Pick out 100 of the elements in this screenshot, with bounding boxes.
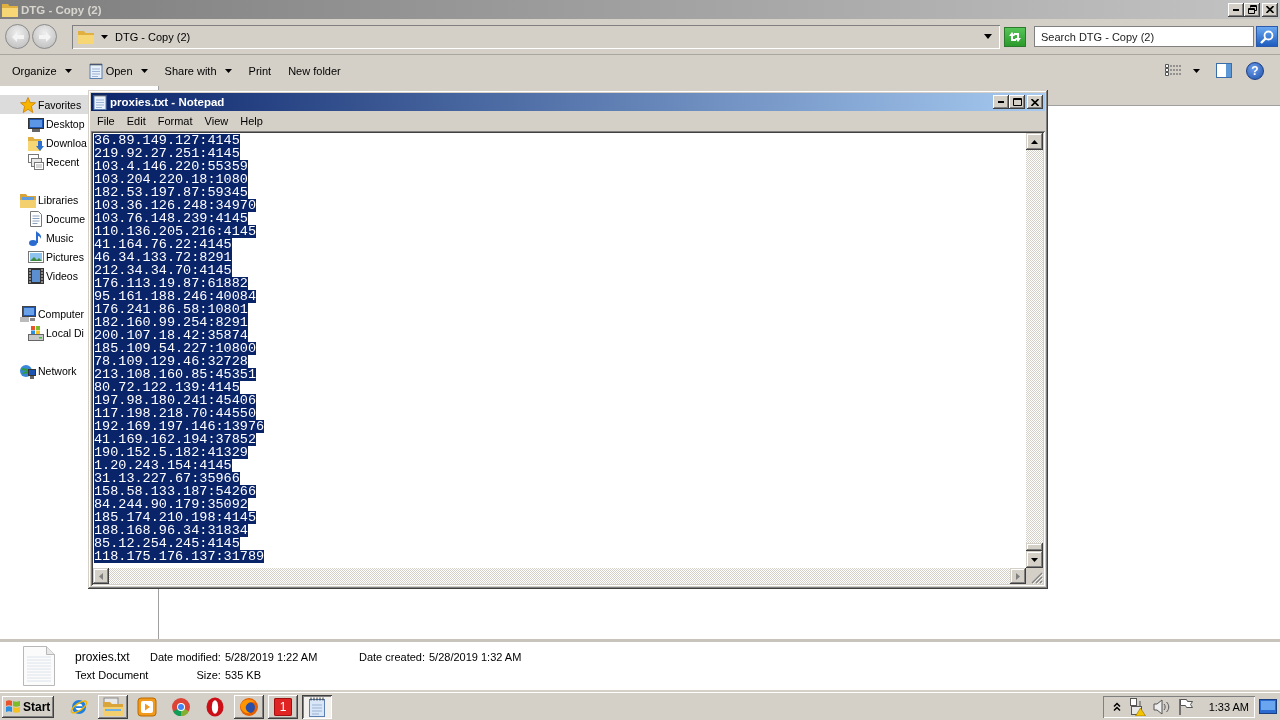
close-icon (1031, 98, 1039, 106)
detail-label: Size: (195, 669, 221, 681)
close-button[interactable] (1262, 2, 1278, 17)
detail-value: 535 KB (224, 669, 263, 681)
down-arrow-icon (1031, 557, 1038, 562)
play-icon[interactable] (137, 696, 157, 717)
windows-icon (28, 153, 44, 170)
restore-icon (1247, 5, 1257, 14)
maximize-icon (1012, 98, 1022, 106)
refresh-icon (1008, 30, 1022, 43)
caret-icon (1193, 68, 1200, 73)
app-icon: 1 (274, 697, 292, 716)
taskbar-button[interactable] (234, 694, 264, 719)
nav-item[interactable]: Network (0, 361, 88, 380)
nav-item[interactable]: Desktop (0, 114, 88, 133)
taskbar-button[interactable] (302, 694, 332, 719)
nav-item[interactable]: Libraries (0, 190, 88, 209)
search-field[interactable]: Search DTG - Copy (2) (1034, 26, 1254, 47)
ring-icon[interactable] (205, 696, 225, 717)
desktop-icon[interactable] (1259, 699, 1277, 714)
chevron-icon[interactable] (1113, 701, 1121, 712)
notepad-icon (307, 696, 327, 717)
network-warning-icon[interactable] (1128, 697, 1146, 716)
picture-icon (28, 248, 44, 265)
file-name: proxies.txt (75, 650, 131, 664)
scroll-thumb[interactable] (1026, 543, 1043, 551)
breadcrumb-item[interactable]: DTG - Copy (2) (115, 30, 191, 43)
nav-item[interactable]: Music (0, 228, 88, 247)
window-title: DTG - Copy (2) (21, 3, 102, 16)
caret-icon (140, 68, 148, 73)
computer-icon (20, 305, 36, 322)
toolbar-button[interactable]: Share with (158, 58, 238, 83)
menu-item[interactable]: File (91, 113, 121, 128)
drive-icon (28, 324, 44, 341)
clock[interactable]: 1:33 AM (1208, 700, 1249, 713)
minimize-button[interactable] (1228, 2, 1244, 17)
left-arrow-icon (11, 31, 24, 42)
menu-item[interactable]: Help (234, 113, 269, 128)
nav-item[interactable]: Favorites (0, 95, 88, 114)
star-icon (20, 96, 36, 113)
nav-item[interactable]: Computer (0, 304, 88, 323)
address-bar[interactable]: DTG - Copy (2) (72, 24, 1000, 49)
left-arrow-icon (99, 572, 103, 580)
minimize-icon (998, 101, 1004, 103)
taskbar-button[interactable]: 1 (268, 694, 298, 719)
start-logo-icon (5, 699, 21, 714)
nav-item[interactable]: Recent (0, 152, 88, 171)
nav-item[interactable]: Videos (0, 266, 88, 285)
caret-icon (101, 34, 108, 39)
desktop-icon (28, 115, 44, 132)
preview-pane-icon (1216, 63, 1232, 78)
scroll-left-button[interactable] (93, 568, 109, 584)
close-button[interactable] (1027, 95, 1043, 109)
download-folder-icon (28, 134, 44, 151)
restore-button[interactable] (1244, 2, 1260, 17)
caret-icon (64, 68, 72, 73)
horizontal-scrollbar[interactable] (93, 568, 1026, 584)
nav-item[interactable]: Local Di (0, 323, 88, 342)
nav-item[interactable]: Docume (0, 209, 88, 228)
refresh-button[interactable] (1004, 26, 1026, 47)
dropdown-caret-icon[interactable] (984, 34, 992, 39)
scroll-up-button[interactable] (1026, 133, 1043, 150)
start-button[interactable]: Start (2, 695, 54, 718)
toolbar-button[interactable]: Open (82, 58, 154, 83)
scroll-down-button[interactable] (1026, 551, 1043, 568)
nav-item[interactable]: Pictures (0, 247, 88, 266)
resize-grip-icon[interactable] (1031, 572, 1043, 584)
taskbar-button[interactable] (98, 694, 128, 719)
close-icon (1266, 6, 1274, 13)
folder-icon (78, 28, 94, 45)
list-view-icon (1165, 64, 1181, 77)
music-note-icon (28, 229, 44, 246)
browser-icon (239, 696, 259, 717)
menu-item[interactable]: View (198, 113, 235, 128)
toolbar-button[interactable]: Print (242, 58, 278, 83)
detail-label: Date created: (358, 651, 425, 663)
browser-icon[interactable] (171, 696, 191, 717)
minimize-button[interactable] (993, 95, 1009, 109)
folder-icon (2, 2, 18, 17)
maximize-button[interactable] (1009, 95, 1025, 109)
vertical-scrollbar[interactable] (1026, 133, 1043, 568)
flag-icon[interactable] (1178, 698, 1194, 715)
scroll-right-button[interactable] (1010, 568, 1026, 584)
network-icon (20, 362, 36, 379)
minimize-icon (1233, 8, 1239, 11)
document-icon (28, 210, 44, 227)
menu-item[interactable]: Format (151, 113, 199, 128)
toolbar-button[interactable]: New folder (282, 58, 347, 83)
toolbar-button[interactable]: Organize (6, 58, 78, 83)
search-button[interactable] (1256, 26, 1278, 47)
library-folder-icon (20, 191, 36, 208)
search-icon (1260, 29, 1274, 44)
speaker-icon[interactable] (1153, 698, 1171, 715)
notepad-icon (88, 62, 103, 79)
film-icon (28, 267, 44, 284)
caret-icon (224, 68, 232, 73)
menu-item[interactable]: Edit (120, 113, 152, 128)
up-arrow-icon (1031, 139, 1038, 144)
notepad-icon (93, 94, 107, 110)
nav-item[interactable]: Downloa (0, 133, 88, 152)
